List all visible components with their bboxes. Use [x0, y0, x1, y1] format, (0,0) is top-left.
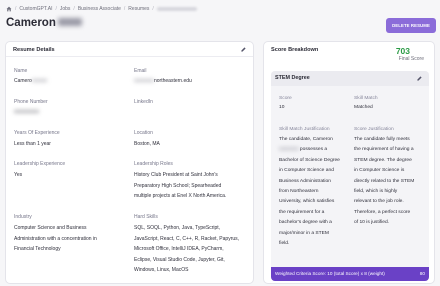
resume-details-card: Resume Details Name Cameronxxxxx Email x… [5, 41, 254, 284]
redacted-surname [57, 18, 82, 26]
score-justification-line: The candidate fully meets [354, 137, 410, 142]
score-value: 10 [279, 105, 285, 110]
criteria-title: STEM Degree [275, 75, 310, 81]
justification-line: bachelor's degree with a [279, 220, 332, 226]
score-justification-label: Score Justification [354, 127, 394, 132]
breadcrumb-separator: / [55, 6, 57, 12]
score-justification-line: field, which is highly [354, 189, 398, 195]
leadership-exp-label: Leadership Experience [14, 161, 66, 167]
weighted-score-text: Weighted Criteria Score: 10 (total Score… [275, 271, 385, 276]
score-breakdown-heading: Score Breakdown [271, 47, 319, 53]
criteria-header: STEM Degree [271, 71, 429, 86]
justification-line: Business Administration [279, 178, 331, 184]
name-label: Name [14, 68, 28, 74]
skill-match-justification: The candidate, Cameron xxxxxxxx possesse… [279, 135, 351, 249]
location-value: Boston, MA [134, 141, 160, 147]
score-justification-line: the requirement of having a [354, 147, 414, 153]
skill-match-justification-label: Skill Match Justification [279, 127, 330, 132]
justification-line: University, which satisfies [279, 199, 335, 205]
justification-line: xxxxxxxx possesses a [279, 147, 328, 153]
redacted-name: xxxxxxxx [279, 147, 300, 153]
justification-line: major/minor in a STEM [279, 230, 330, 236]
score-breakdown-card: Score Breakdown 703 Final Score STEM Deg… [263, 41, 435, 284]
delete-resume-button[interactable]: DELETE RESUME [386, 18, 436, 33]
score-justification-line: directly related to the STEM [354, 178, 415, 184]
hard-skills-line: SQL, SOQL, Python, Java, TypeScript, [134, 225, 221, 231]
email-value: xxxxxxxxnortheastern.edu [134, 76, 192, 87]
breadcrumb-item-resumes[interactable]: Resumes [128, 6, 149, 12]
criteria-panel: STEM Degree Score 10 Skill Match Matched… [271, 71, 429, 281]
industry-label: Industry [14, 214, 32, 220]
resume-details-heading: Resume Details [13, 47, 55, 53]
hard-skills-line: Eclipse, Visual Studio Code, Jupyter, Gi… [134, 256, 225, 263]
score-label: Score [279, 96, 292, 101]
breadcrumb-separator: / [123, 6, 126, 12]
leadership-roles-line: multiple projects at Enel X North Americ… [134, 193, 227, 200]
breadcrumb-separator: / [73, 6, 75, 12]
breadcrumb-item-customgpt[interactable]: CustomGPT.AI [19, 6, 52, 12]
breadcrumb-separator: / [152, 6, 154, 12]
industry-line: Computer Science and Business [14, 225, 87, 231]
skill-match-label: Skill Match [354, 96, 378, 101]
score-justification-line: of 10 is justified. [354, 220, 390, 226]
hard-skills-label: Hard Skills [134, 214, 158, 220]
breadcrumb-separator: / [15, 6, 17, 12]
pencil-icon[interactable] [240, 46, 247, 53]
industry-value: Computer Science and Business Administra… [14, 223, 97, 255]
weighted-score-bar: Weighted Criteria Score: 10 (total Score… [271, 267, 429, 281]
justification-line: the requirement for a [279, 209, 325, 215]
justification-line: from Northeastern [279, 189, 319, 195]
page-title-row: Cameron [6, 17, 82, 29]
location-label: Location [134, 130, 153, 136]
leadership-roles-label: Leadership Roles [134, 161, 173, 167]
pencil-icon[interactable] [416, 75, 423, 82]
hard-skills-value: SQL, SOQL, Python, Java, TypeScript, Jav… [134, 223, 239, 276]
years-value: Less than 1 year [14, 141, 51, 147]
name-text: Camero [14, 78, 32, 84]
industry-line: Financial Technology [14, 246, 61, 253]
leadership-roles-line: Preparatory High School; Spearheaded [134, 182, 222, 189]
score-justification-line: STEM degree. The degree [354, 157, 412, 163]
page-title: Cameron [6, 17, 56, 29]
leadership-roles-line: History Club President at Saint John's [134, 172, 218, 178]
hard-skills-line: Microsoft Office, IntelliJ IDEA, PyCharm… [134, 246, 224, 253]
divider [6, 56, 253, 57]
justification-line: Bachelor of Science Degree [279, 157, 340, 163]
name-value: Cameronxxxxx [14, 76, 47, 87]
leadership-exp-value: Yes [14, 172, 23, 178]
breadcrumb-item-jobs[interactable]: Jobs [60, 6, 71, 12]
justification-line: The candidate, Cameron [279, 137, 333, 142]
score-justification-line: in Computer Science is [354, 168, 405, 174]
years-label: Years Of Experience [14, 130, 60, 136]
weighted-score-value: 80 [419, 271, 425, 276]
email-label: Email [134, 68, 147, 74]
final-score-label: Final Score [398, 56, 424, 62]
skill-match-value: Matched [354, 105, 373, 110]
leadership-roles-value: History Club President at Saint John's P… [134, 170, 226, 202]
linkedin-label: LinkedIn [134, 99, 153, 105]
redacted-name: nxxxxx [31, 78, 48, 84]
final-score-value: 703 [395, 46, 410, 56]
redacted-email: xxxxxxxx [134, 78, 154, 84]
hard-skills-line: JavaScript, React, C, C++, R, Racket, Pa… [134, 235, 240, 242]
justification-line: field. [279, 241, 290, 247]
score-justification-line: relevant to the job role. [354, 199, 404, 205]
breadcrumb: / CustomGPT.AI / Jobs / Business Associa… [6, 5, 197, 13]
phone-value-redacted: xxxxxxxxxx [14, 109, 39, 115]
industry-line: Administration with a concentration in [14, 235, 97, 242]
score-justification-line: Therefore, a perfect score [354, 209, 411, 215]
breadcrumb-current-redacted [156, 7, 197, 11]
justification-line: in Computer Science and [279, 168, 334, 174]
score-justification: The candidate fully meets the requiremen… [354, 135, 428, 229]
email-domain: northeastern.edu [154, 78, 192, 84]
hard-skills-line: Windows, Linux, MacOS [134, 267, 189, 274]
home-icon[interactable] [6, 6, 12, 12]
breadcrumb-item-job[interactable]: Business Associate [78, 6, 121, 12]
phone-label: Phone Number [14, 99, 48, 105]
